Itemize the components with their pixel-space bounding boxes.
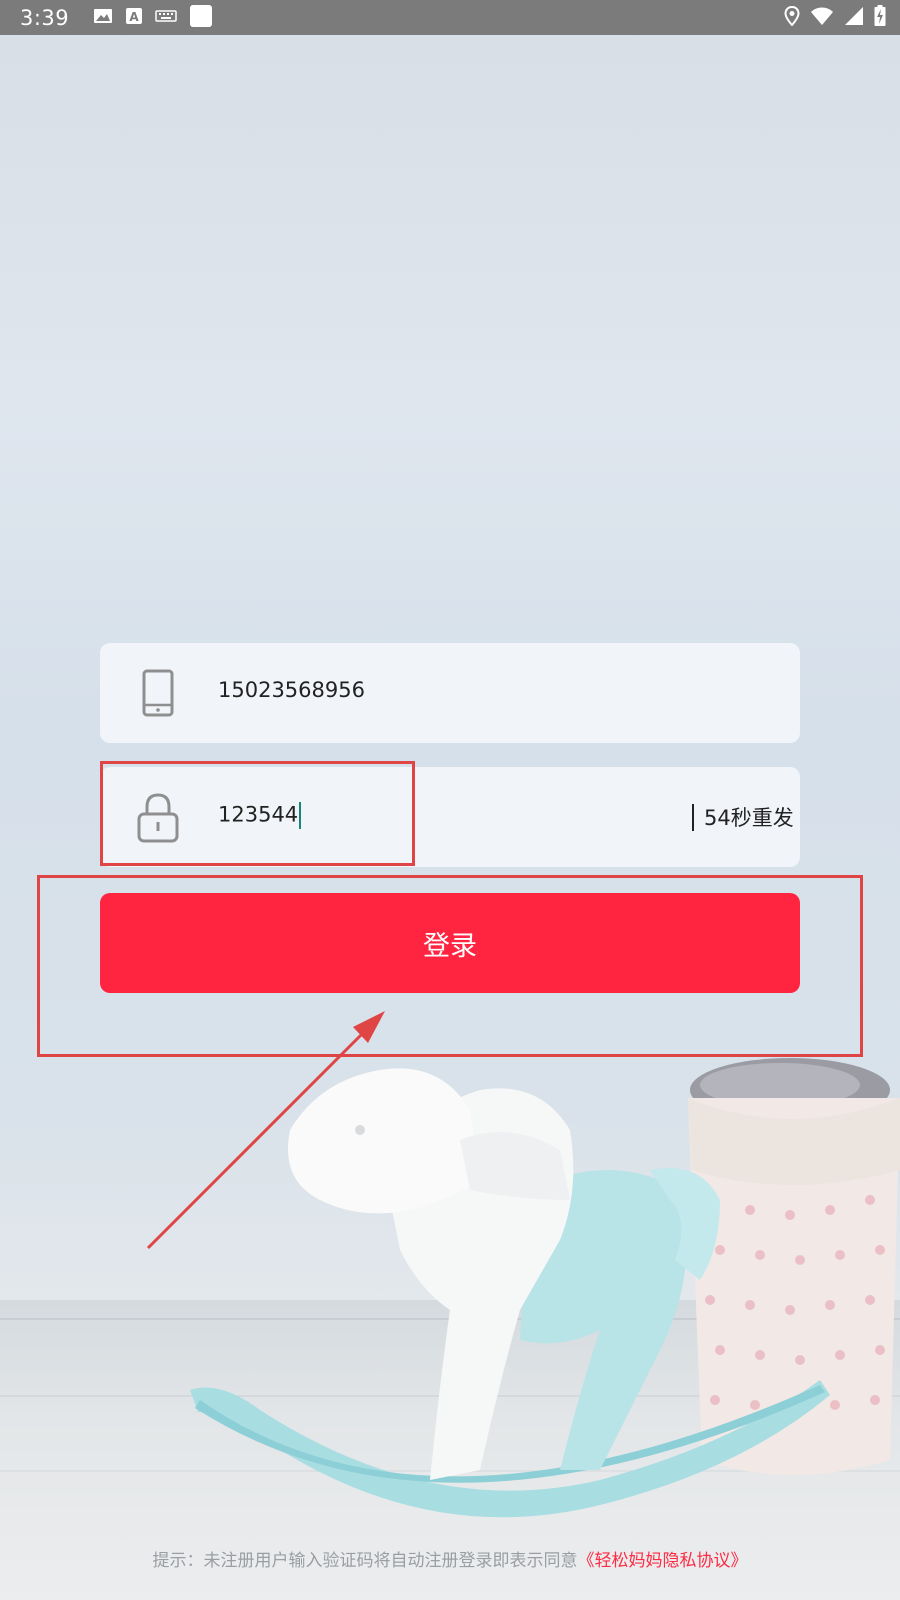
privacy-hint-text: 提示：未注册用户输入验证码将自动注册登录即表示同意 <box>152 1551 578 1571</box>
annotation-arrow <box>146 1011 385 1250</box>
cell-signal-icon <box>844 6 864 30</box>
svg-text:A: A <box>130 10 140 24</box>
keyboard-icon <box>155 8 177 27</box>
font-a-icon: A <box>125 7 143 29</box>
privacy-policy-link[interactable]: 《轻松妈妈隐私协议》 <box>578 1551 748 1571</box>
privacy-hint: 提示：未注册用户输入验证码将自动注册登录即表示同意《轻松妈妈隐私协议》 <box>0 1546 900 1571</box>
status-time: 3:39 <box>20 5 70 30</box>
wifi-icon <box>810 6 834 30</box>
phone-input[interactable]: 15023568956 <box>218 678 365 702</box>
resend-code-button[interactable]: 54秒重发 <box>704 802 794 832</box>
location-icon <box>784 5 800 30</box>
phone-icon <box>130 665 186 721</box>
battery-charging-icon <box>874 4 886 31</box>
annotation-box-code-input <box>100 761 415 866</box>
status-bar: 3:39 A <box>0 0 900 35</box>
white-square-icon <box>189 4 213 32</box>
resend-divider <box>692 804 694 831</box>
image-icon <box>93 8 113 28</box>
phone-input-row[interactable]: 15023568956 <box>100 643 800 743</box>
